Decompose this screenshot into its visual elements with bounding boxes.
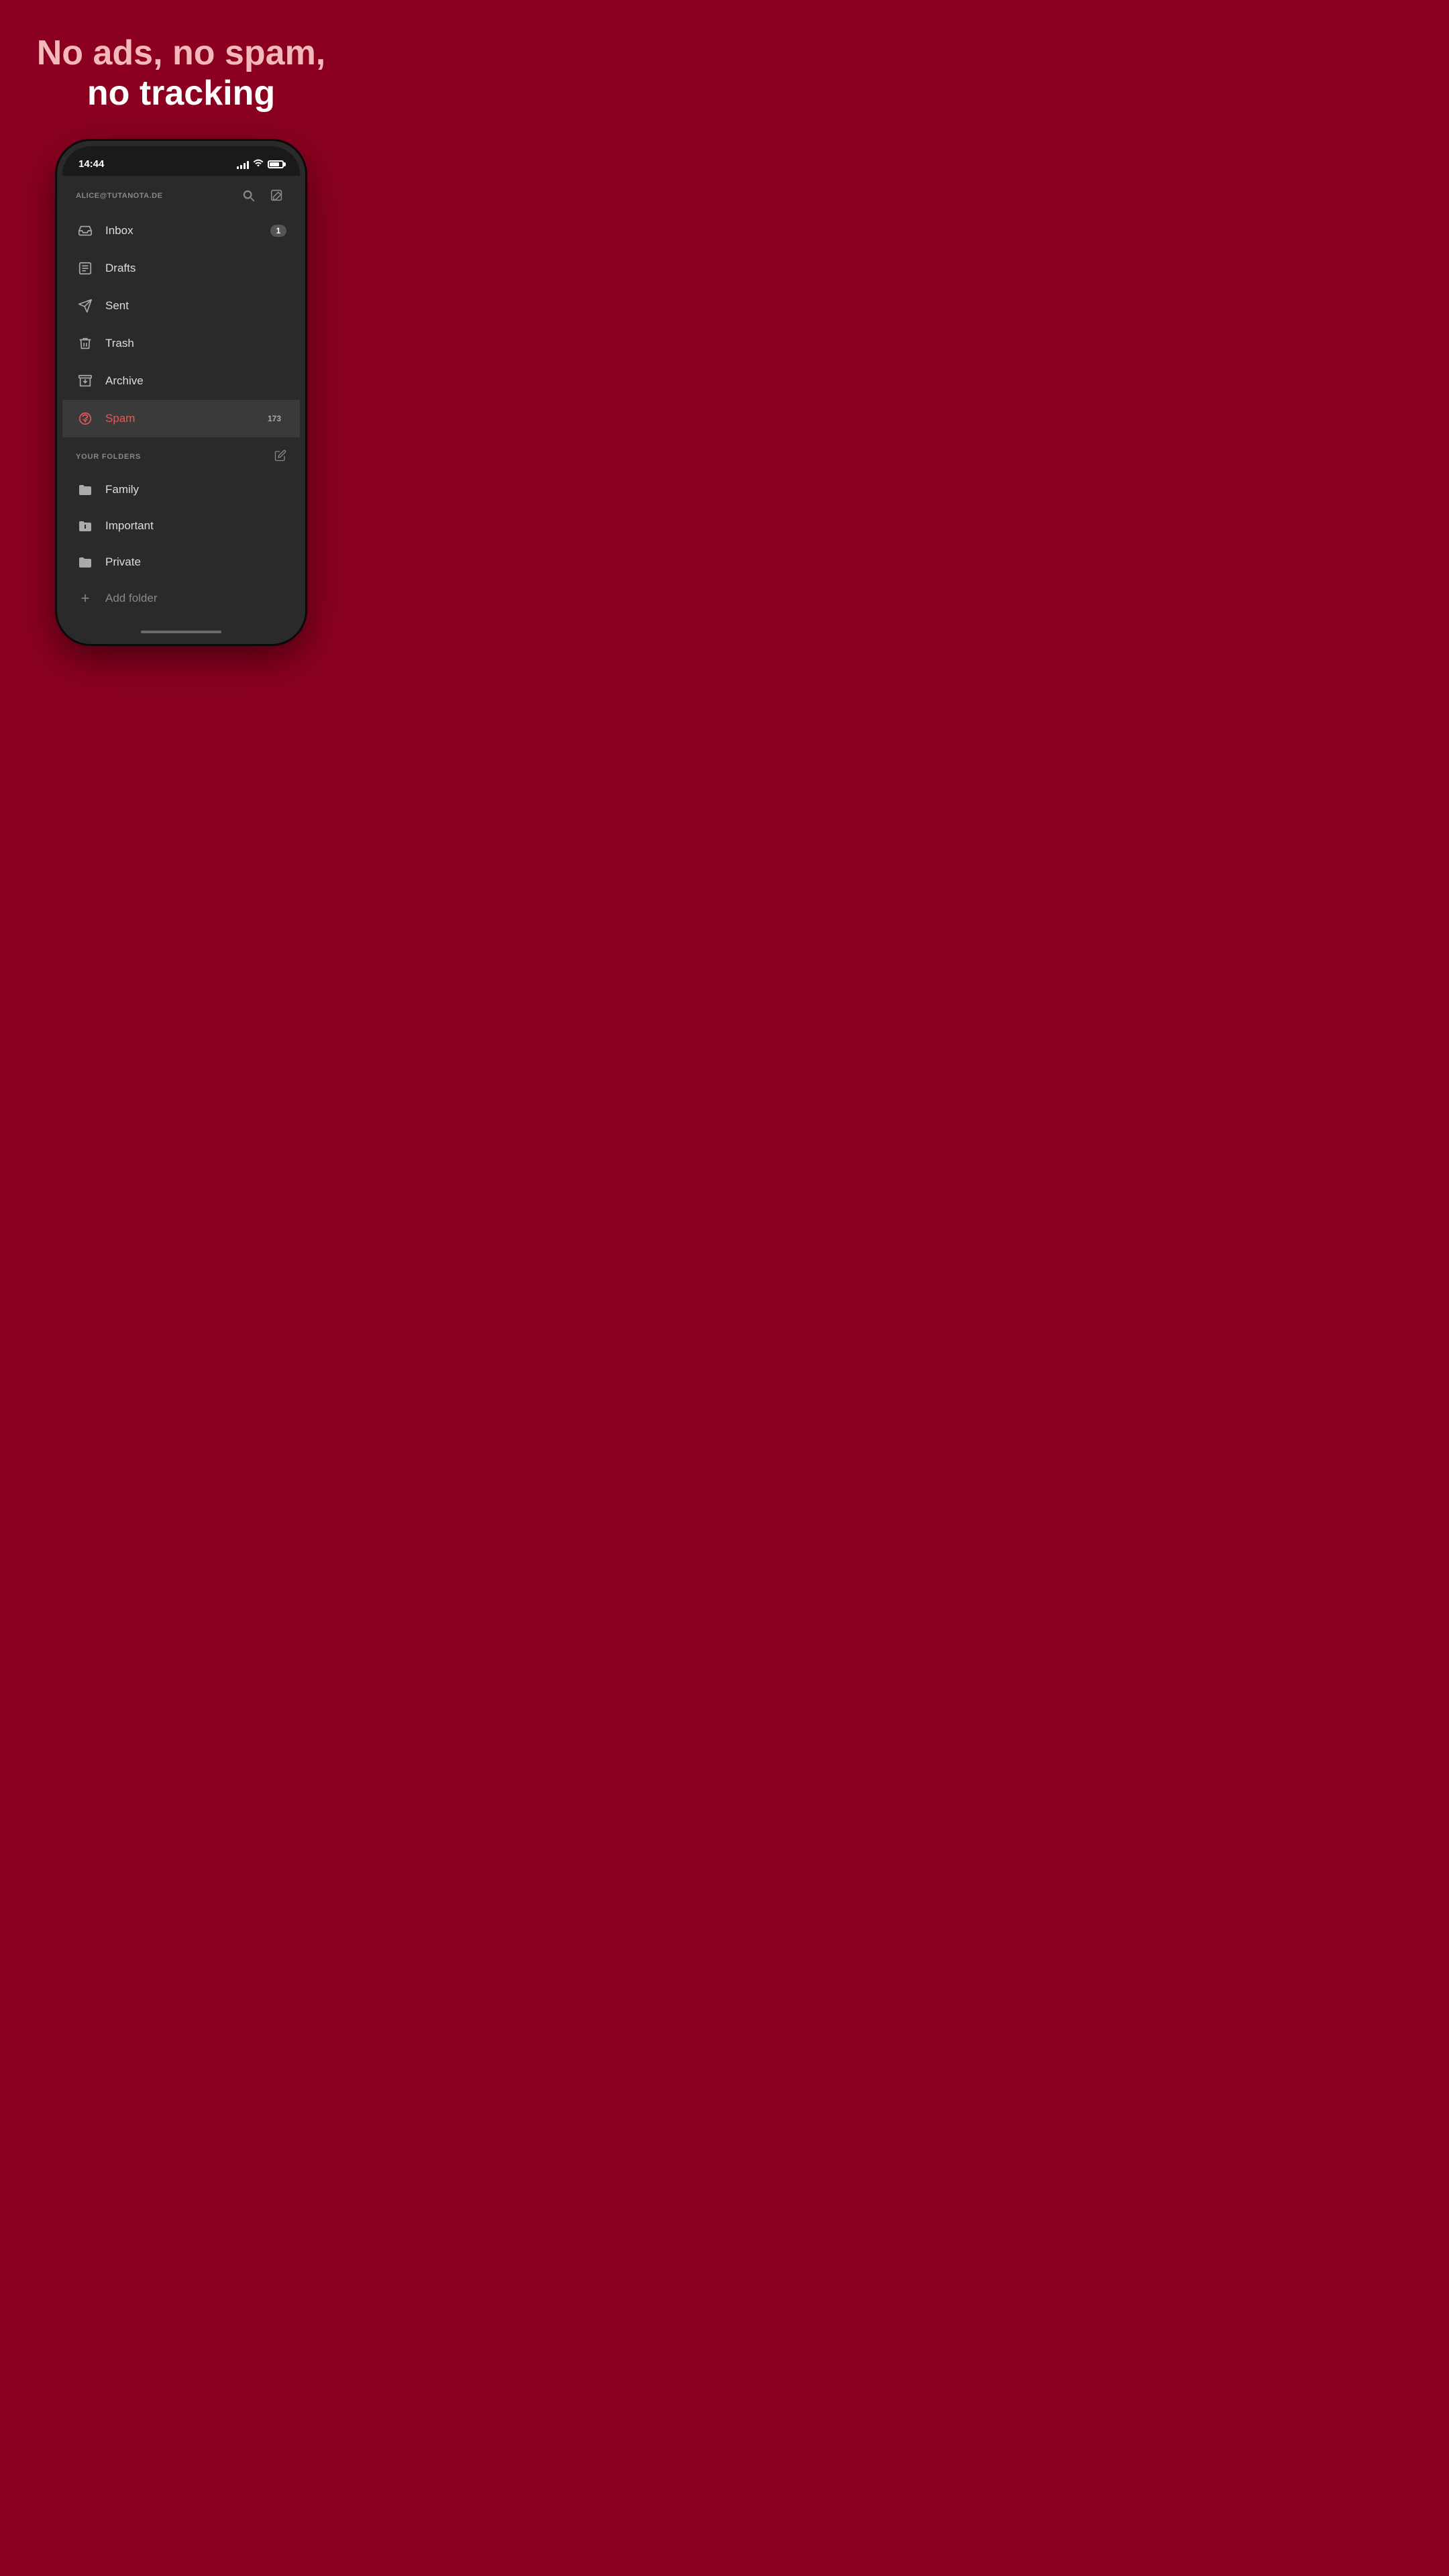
phone-notch [134,146,228,165]
sent-icon [76,297,95,315]
folder-item-private[interactable]: Private [62,544,300,580]
inbox-icon [76,221,95,240]
inbox-badge: 1 [270,225,286,237]
nav-item-archive[interactable]: Archive [62,362,300,400]
account-email: ALICE@TUTANOTA.DE [76,192,162,200]
folder-private-icon [76,553,95,572]
folder-family-icon [76,480,95,499]
headline-line1: No ads, no spam, [37,34,326,74]
folders-section-title: YOUR FOLDERS [76,453,141,461]
battery-icon [268,160,284,168]
nav-item-spam[interactable]: Spam 173 [62,400,300,437]
account-header: ALICE@TUTANOTA.DE [62,176,300,212]
headline-line2: no tracking [37,74,326,114]
add-folder-label: Add folder [105,592,158,605]
trash-label: Trash [105,337,286,350]
phone-mockup: 14:44 ALICE@TUTANOTA.DE [57,141,305,644]
search-icon[interactable] [239,186,258,205]
nav-item-sent[interactable]: Sent [62,287,300,325]
folder-item-family[interactable]: Family [62,472,300,508]
folder-family-label: Family [105,483,139,496]
folder-item-important[interactable]: Important [62,508,300,544]
sent-label: Sent [105,299,286,313]
folder-private-label: Private [105,555,141,569]
edit-folders-icon[interactable] [274,449,286,465]
drafts-icon [76,259,95,278]
header-actions [239,186,286,205]
nav-item-inbox[interactable]: Inbox 1 [62,212,300,250]
wifi-icon [253,158,264,170]
spam-label: Spam [105,412,252,425]
app-content: ALICE@TUTANOTA.DE [62,176,300,639]
nav-item-trash[interactable]: Trash [62,325,300,362]
add-folder-icon: + [76,589,95,608]
archive-icon [76,372,95,390]
compose-icon[interactable] [268,186,286,205]
spam-icon [76,409,95,428]
add-folder-button[interactable]: + Add folder [62,580,300,616]
status-time: 14:44 [78,158,104,170]
drafts-label: Drafts [105,262,286,275]
folders-section-header: YOUR FOLDERS [62,437,300,472]
status-icons [237,158,284,170]
archive-label: Archive [105,374,286,388]
folder-important-icon [76,517,95,535]
signal-icon [237,160,249,169]
nav-item-drafts[interactable]: Drafts [62,250,300,287]
trash-icon [76,334,95,353]
spam-badge: 173 [262,413,286,425]
inbox-label: Inbox [105,224,260,237]
home-indicator [141,631,221,633]
headline: No ads, no spam, no tracking [17,34,346,114]
folder-important-label: Important [105,519,154,533]
